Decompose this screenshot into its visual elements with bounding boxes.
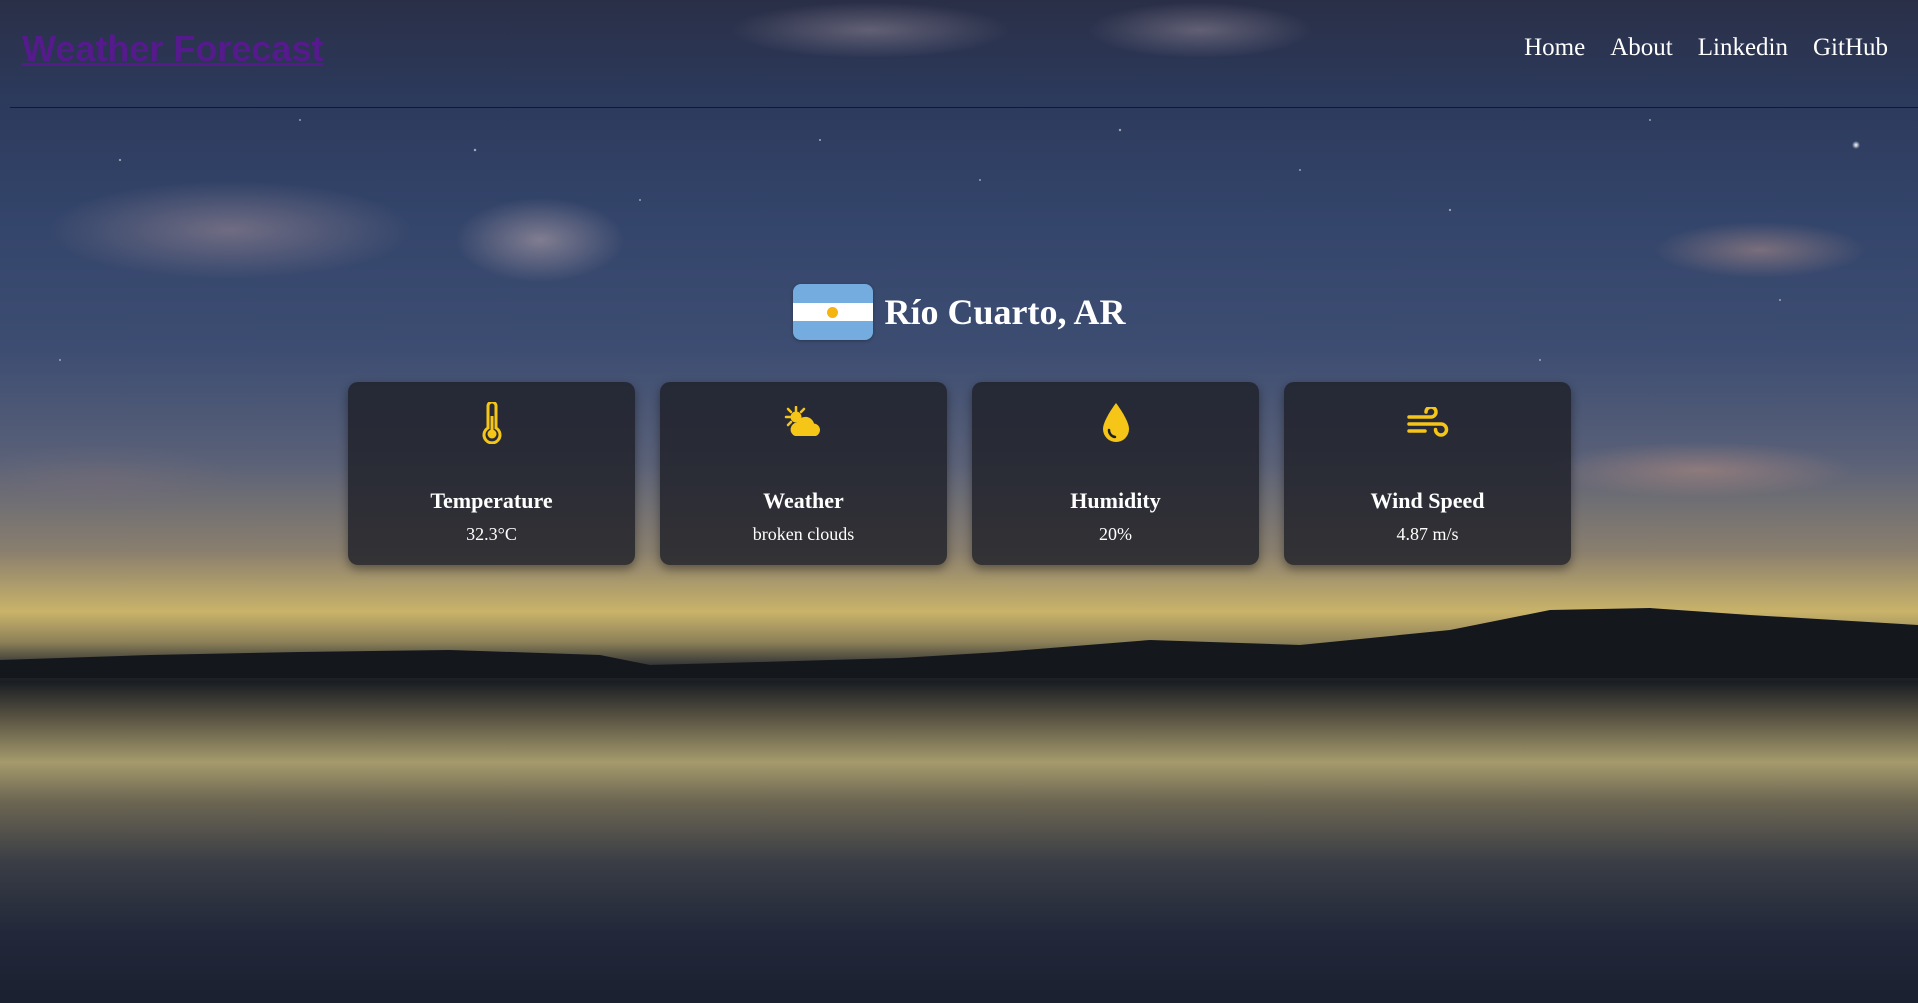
weather-card: Weather broken clouds	[660, 382, 947, 565]
brand-link[interactable]: Weather Forecast	[22, 28, 323, 70]
wind-speed-label: Wind Speed	[1370, 488, 1485, 513]
wind-speed-value: 4.87 m/s	[1396, 524, 1459, 544]
humidity-value: 20%	[1099, 524, 1132, 544]
location-heading: Río Cuarto, AR	[0, 284, 1918, 340]
main-nav: Home About Linkedin GitHub	[1524, 34, 1888, 62]
wind-speed-card: Wind Speed 4.87 m/s	[1284, 382, 1571, 565]
sun-behind-cloud-icon	[660, 400, 947, 446]
weather-value: broken clouds	[752, 524, 855, 544]
top-navbar: Weather Forecast Home About Linkedin Git…	[10, 0, 1918, 108]
temperature-value: 32.3°C	[466, 524, 517, 544]
wind-icon	[1284, 400, 1571, 446]
thermometer-icon	[348, 400, 635, 446]
weather-label: Weather	[763, 488, 844, 513]
temperature-label: Temperature	[430, 488, 553, 513]
nav-home-link[interactable]: Home	[1524, 34, 1585, 62]
background-hills	[0, 608, 1918, 678]
nav-github-link[interactable]: GitHub	[1813, 34, 1888, 62]
water-drop-icon	[972, 400, 1259, 446]
nav-about-link[interactable]: About	[1610, 34, 1673, 62]
argentina-flag-icon	[792, 284, 873, 340]
humidity-label: Humidity	[1070, 488, 1161, 513]
nav-linkedin-link[interactable]: Linkedin	[1698, 34, 1788, 62]
city-name: Río Cuarto, AR	[884, 292, 1126, 332]
temperature-card: Temperature 32.3°C	[348, 382, 635, 565]
weather-cards: Temperature 32.3°C Weather broken clouds	[348, 382, 1571, 565]
humidity-card: Humidity 20%	[972, 382, 1259, 565]
